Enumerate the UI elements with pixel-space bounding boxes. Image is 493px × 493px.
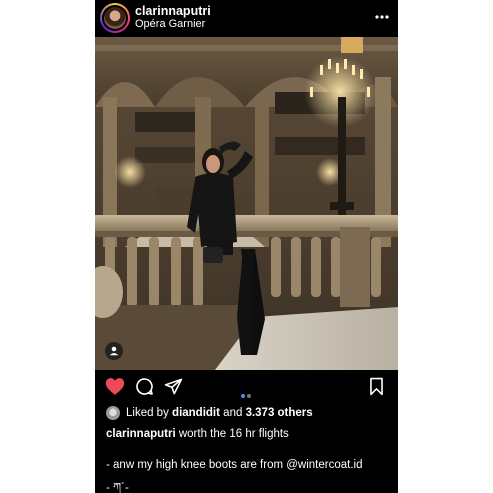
avatar[interactable] [100, 3, 130, 33]
carousel-dot-active [241, 394, 245, 398]
instagram-post: clarinnaputri Opéra Garnier Liked by dia… [95, 0, 398, 493]
share-icon[interactable] [164, 377, 183, 401]
avatar-photo [104, 7, 126, 29]
carousel-indicator [240, 385, 252, 403]
heart-filled-icon[interactable] [105, 377, 125, 401]
caption-username[interactable]: clarinnaputri [106, 428, 176, 440]
liker-avatar[interactable] [106, 406, 120, 420]
more-horizontal-icon[interactable] [375, 6, 389, 22]
likes-summary: Liked by diandidit and 3.373 others [106, 406, 313, 420]
caption-line-2: - anw my high knee boots are from @winte… [106, 459, 363, 471]
post-username[interactable]: clarinnaputri [135, 4, 211, 18]
post-photo-scene [95, 37, 398, 370]
likes-count[interactable]: 3.373 others [246, 407, 313, 419]
post-location[interactable]: Opéra Garnier [135, 18, 205, 30]
bookmark-icon[interactable] [368, 377, 385, 401]
likes-and: and [223, 407, 243, 419]
user-tag-icon[interactable] [105, 342, 123, 360]
comment-icon[interactable] [135, 377, 154, 401]
caption: clarinnaputri worth the 16 hr flights [106, 428, 289, 440]
caption-text: worth the 16 hr flights [178, 428, 289, 440]
action-bar [95, 370, 398, 404]
post-header: clarinnaputri Opéra Garnier [95, 0, 398, 37]
likes-prefix: Liked by [126, 407, 169, 419]
liked-by-user[interactable]: diandidit [172, 407, 220, 419]
post-photo[interactable] [95, 37, 398, 370]
carousel-dot [247, 394, 251, 398]
caption-line-3: - ཀ´- [106, 482, 129, 493]
